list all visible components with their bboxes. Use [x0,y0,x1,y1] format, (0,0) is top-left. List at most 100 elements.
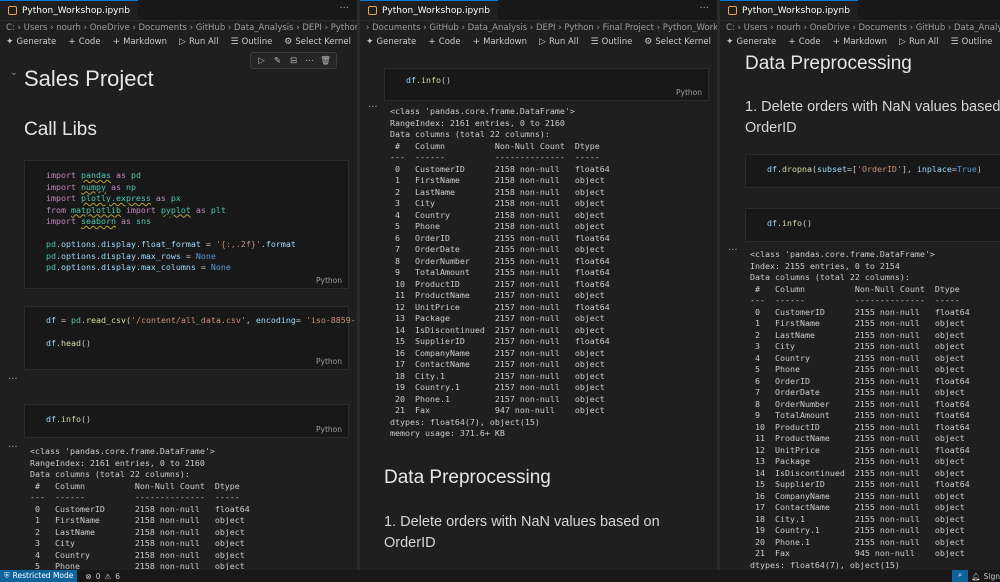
outline-button[interactable]: ☰ Outline [230,37,272,47]
cell-output: <class 'pandas.core.frame.DataFrame'> Ran… [390,106,610,440]
shield-icon: ⛨ [4,571,10,580]
code-editor[interactable]: df.info() [406,75,451,87]
select-kernel-button[interactable]: ⚙ Select Kernel [644,37,711,47]
generate-button[interactable]: ✦ Generate [366,37,416,47]
split-icon[interactable]: ⊟ [286,56,301,66]
output-line: 0 CustomerID 2158 non-null float64 [30,503,250,514]
tab-notebook[interactable]: Python_Workshop.ipynb [720,0,858,20]
code-editor[interactable]: df = pd.read_csv('/content/all_data.csv'… [46,315,357,350]
tab-label: Python_Workshop.ipynb [22,5,130,16]
add-markdown-button[interactable]: + Markdown [473,37,527,47]
output-more-icon[interactable]: ··· [368,102,378,113]
output-line: Data columns (total 22 columns): [390,129,550,139]
code-cell-info[interactable]: df.info() Python [384,68,709,101]
output-line: 8 OrderNumber 2155 non-null float64 [390,255,610,266]
problems-indicator[interactable]: ⊗ 0 ⚠ 6 [85,572,120,581]
outline-button[interactable]: ☰ Outline [950,37,992,47]
output-line: # Column Non-Null Count Dtype [750,283,960,294]
add-markdown-button[interactable]: + Markdown [113,37,167,47]
output-line: Data columns (total 22 columns): [750,272,910,282]
output-line: 15 SupplierID 2155 non-null float64 [750,479,970,489]
tab-notebook[interactable]: Python_Workshop.ipynb [360,0,498,20]
plus-icon: + [68,37,76,47]
tab-bar: Python_Workshop.ipynb ··· [0,0,357,21]
cell-language[interactable]: Python [676,88,702,97]
more-icon[interactable]: ··· [339,3,349,14]
generate-button[interactable]: ✦ Generate [726,37,776,47]
run-all-button[interactable]: ▷ Run All [899,37,938,47]
subsection-heading: 1. Delete orders with NaN values based o… [384,514,660,551]
section-heading: Data Preprocessing [745,53,912,74]
output-line: memory usage: 371.6+ KB [390,428,505,438]
cell-toolbar: ▷ ✎ ⊟ ⋯ 🗑 [250,52,337,69]
code-cell-imports[interactable]: import pandas as pd import numpy as np i… [24,160,349,289]
tab-notebook[interactable]: Python_Workshop.ipynb [0,0,138,20]
chevron-down-icon[interactable]: ⌄ [10,68,18,78]
breadcrumb[interactable]: C: › Users › nourh › OneDrive › Document… [0,21,357,35]
output-line: 4 Country 2155 non-null object [750,352,965,363]
output-line: 3 City 2158 non-null object [390,198,605,208]
output-line: 17 ContactName 2157 non-null object [390,359,605,369]
restricted-mode-badge[interactable]: ⛨ Restricted Mode [0,570,78,582]
generate-button[interactable]: ✦ Generate [6,37,56,47]
code-cell-dropna[interactable]: df.dropna(subset=['OrderID'], inplace=Tr… [745,154,1000,188]
sign-in-label[interactable]: Sign [984,572,1000,581]
run-all-button[interactable]: ▷ Run All [539,37,578,47]
output-line: --- ------ -------------- ----- [30,492,240,502]
add-markdown-button[interactable]: + Markdown [833,37,887,47]
output-more-icon[interactable]: ··· [8,374,18,385]
cell-language[interactable]: Python [316,276,342,285]
output-line: 17 ContactName 2155 non-null object [750,502,965,512]
editor-pane-2: Python_Workshop.ipynb ··· › Documents › … [360,0,717,570]
section-heading: Call Libs [24,119,97,140]
output-line: 12 UnitPrice 2155 non-null float64 [750,444,970,455]
output-more-icon[interactable]: ··· [728,245,738,256]
delete-icon[interactable]: 🗑 [318,56,333,66]
code-editor[interactable]: import pandas as pd import numpy as np i… [46,170,296,274]
code-line: pd.options.display.float_format = '{:,.2… [46,239,296,249]
code-editor[interactable]: df.info() [46,414,91,426]
outline-icon: ☰ [950,37,959,47]
cell-output: <class 'pandas.core.frame.DataFrame'> Ran… [30,446,250,570]
breadcrumb[interactable]: C: › Users › nourh › OneDrive › Document… [720,21,1000,35]
bell-icon[interactable]: 🔔︎ [971,572,981,581]
search-icon[interactable]: ⌕ [952,570,969,582]
output-line: # Column Non-Null Count Dtype [30,480,240,491]
output-more-icon[interactable]: ··· [8,442,18,453]
output-line: 5 Phone 2158 non-null object [30,561,245,570]
add-code-button[interactable]: + Code [68,37,100,47]
output-line: 10 ProductID 2157 non-null float64 [390,278,610,289]
code-cell-read[interactable]: df = pd.read_csv('/content/all_data.csv'… [24,306,357,370]
cell-language[interactable]: Python [316,357,342,366]
output-line: 21 Fax 945 non-null object [750,548,965,558]
add-code-button[interactable]: + Code [788,37,820,47]
kernel-icon: ⚙ [284,37,293,47]
select-kernel-button[interactable]: ⚙ Select Kernel [284,37,351,47]
output-line: Data columns (total 22 columns): [30,469,190,479]
more-icon[interactable]: ⋯ [302,56,317,66]
status-bar: ⛨ Restricted Mode ⊗ 0 ⚠ 6 ⌕ 🔔︎ Sign [0,570,1000,582]
notebook-icon [728,6,737,15]
run-cell-icon[interactable]: ▷ [254,56,269,66]
breadcrumb[interactable]: › Documents › GitHub › Data_Analysis › D… [360,21,717,35]
more-icon[interactable]: ··· [699,3,709,14]
output-line: 7 OrderDate 2155 non-null object [750,387,965,397]
output-line: 21 Fax 947 non-null object [390,405,605,415]
outline-button[interactable]: ☰ Outline [590,37,632,47]
code-editor[interactable]: df.info() [767,218,812,230]
add-code-button[interactable]: + Code [428,37,460,47]
edit-icon[interactable]: ✎ [270,56,285,66]
code-cell-info[interactable]: df.info() Python [24,404,349,438]
outline-icon: ☰ [230,37,239,47]
code-editor[interactable]: df.dropna(subset=['OrderID'], inplace=Tr… [767,164,982,176]
cell-output: <class 'pandas.core.frame.DataFrame'> Ind… [750,249,970,570]
notebook-toolbar: ✦ Generate + Code + Markdown ▷ Run All ☰ Outl… [360,35,717,49]
plus-icon: + [472,37,481,47]
cell-language[interactable]: Python [316,425,342,434]
output-line: <class 'pandas.core.frame.DataFrame'> [30,446,215,456]
output-line: 9 TotalAmount 2155 non-null float64 [750,410,970,420]
output-line: 18 City.1 2157 non-null object [390,370,605,381]
tab-bar: Python_Workshop.ipynb [720,0,1000,21]
run-all-button[interactable]: ▷ Run All [179,37,218,47]
code-cell-info[interactable]: df.info() [745,208,1000,242]
